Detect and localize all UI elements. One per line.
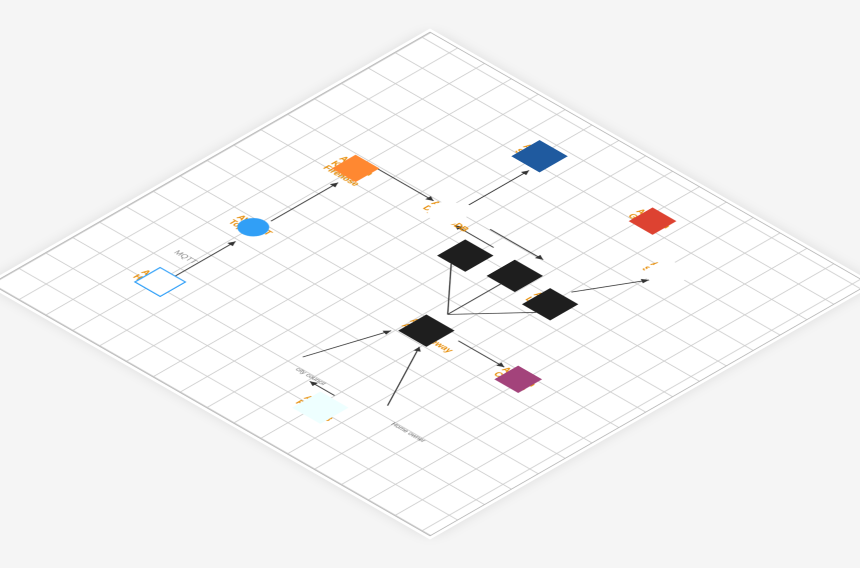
lambda-node-1: λ	[437, 239, 494, 271]
glacier-node: Amazon Glacier	[624, 205, 681, 237]
iot-topic-node: AWS IoT Topic	[225, 211, 282, 243]
lambda-node-2: λ	[487, 260, 544, 292]
home-owner-actor: Home owner	[352, 400, 400, 428]
iot-device-node: Amazon Hex	[129, 266, 186, 298]
api-gateway-node: ⇄ Amazon API-Gateway	[398, 314, 455, 346]
flow-arrows	[0, 33, 860, 536]
architecture-grid: MQTT 53 Amazon Route 53 Amazon Hex AWS I…	[0, 32, 860, 537]
city-council-actor: city council	[257, 345, 305, 373]
route53-node: 53 Amazon Route 53	[292, 391, 349, 423]
mqtt-label: MQTT	[171, 250, 199, 266]
s3-node: Amazon S3	[511, 140, 568, 172]
lambda-node-3: λ Amazon Lambda	[522, 288, 579, 320]
sns-node: ≡ Amazon SNS	[639, 258, 696, 290]
kinesis-node: Amazon Kinesis Firehose	[327, 152, 384, 184]
dynamodb-node: ◯ Amazon DynamoDB	[419, 197, 476, 229]
cognito-node: Amazon Cognito	[490, 363, 547, 395]
